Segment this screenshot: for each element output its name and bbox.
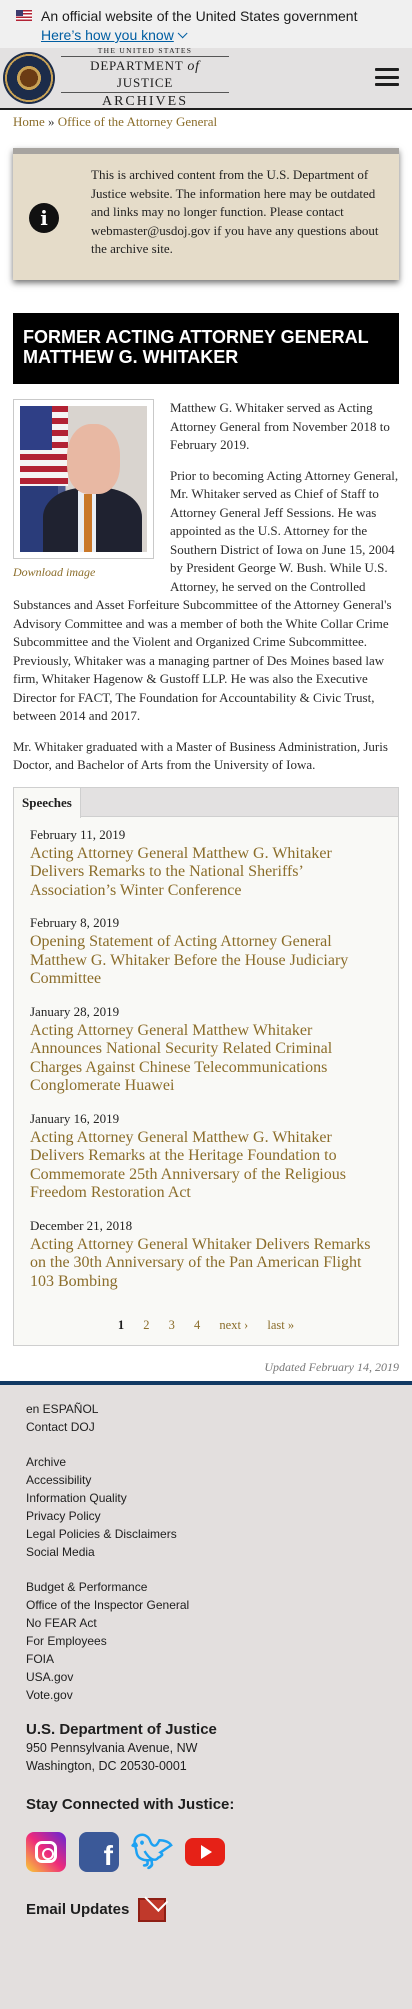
download-image-link[interactable]: Download image <box>13 563 156 582</box>
footer-link-accessibility[interactable]: Accessibility <box>26 1471 386 1489</box>
logo-justice: JUSTICE <box>116 75 174 90</box>
list-item: February 8, 2019 Opening Statement of Ac… <box>30 915 382 989</box>
tab-bar: Speeches <box>14 787 398 818</box>
updated-date: Updated February 14, 2019 <box>264 1359 399 1374</box>
breadcrumb-home[interactable]: Home <box>13 114 45 129</box>
bio-section: Download image Matthew G. Whitaker serve… <box>0 384 412 775</box>
footer-link-privacy-policy[interactable]: Privacy Policy <box>26 1507 386 1525</box>
envelope-icon <box>138 1897 167 1922</box>
footer-link-oig[interactable]: Office of the Inspector General <box>26 1596 386 1614</box>
social-links: f 🐦︎ <box>26 1831 386 1872</box>
footer-group-1: en ESPAÑOL Contact DOJ <box>26 1400 386 1436</box>
email-updates-label: Email Updates <box>26 1901 130 1918</box>
footer-address-line-2: Washington, DC 20530-0001 <box>26 1758 187 1773</box>
footer-group-3: Budget & Performance Office of the Inspe… <box>26 1578 386 1704</box>
tab-speeches[interactable]: Speeches <box>14 787 81 818</box>
speech-link[interactable]: Acting Attorney General Whitaker Deliver… <box>30 1236 382 1292</box>
logo-line-3: ARCHIVES <box>101 94 188 109</box>
footer-address-line-1: 950 Pennsylvania Avenue, NW <box>26 1740 198 1755</box>
logo-line-2: DEPARTMENT of JUSTICE <box>61 56 229 93</box>
list-item: December 21, 2018 Acting Attorney Genera… <box>30 1218 382 1292</box>
footer-link-archive[interactable]: Archive <box>26 1453 386 1471</box>
breadcrumb: Home » Office of the Attorney General <box>0 110 412 140</box>
bio-paragraph-3: Mr. Whitaker graduated with a Master of … <box>13 738 388 773</box>
instagram-icon[interactable] <box>26 1831 66 1872</box>
twitter-icon[interactable]: 🐦︎ <box>130 1832 173 1872</box>
footer-link-social-media[interactable]: Social Media <box>26 1543 386 1561</box>
us-flag-icon <box>16 10 32 21</box>
heres-how-you-know-link[interactable]: Here’s how you know <box>41 27 188 43</box>
pager-next[interactable]: next › <box>219 1318 248 1332</box>
footer-org-name: U.S. Department of Justice <box>26 1720 217 1738</box>
speech-date: January 16, 2019 <box>30 1110 120 1126</box>
speech-link[interactable]: Opening Statement of Acting Attorney Gen… <box>30 933 382 989</box>
doj-seal-logo[interactable] <box>3 52 55 104</box>
logo-of: of <box>187 59 200 74</box>
site-header: THE UNITED STATES DEPARTMENT of JUSTICE … <box>0 46 412 110</box>
info-icon: i <box>29 203 59 233</box>
footer-link-contact[interactable]: Contact DOJ <box>26 1418 386 1436</box>
heres-how-you-know-label: Here’s how you know <box>41 27 174 43</box>
portrait-image[interactable] <box>13 399 154 559</box>
footer-link-votegov[interactable]: Vote.gov <box>26 1686 386 1704</box>
footer-group-2: Archive Accessibility Information Qualit… <box>26 1453 386 1561</box>
doj-archives-wordmark[interactable]: THE UNITED STATES DEPARTMENT of JUSTICE … <box>61 46 229 110</box>
list-item: February 11, 2019 Acting Attorney Genera… <box>30 827 382 901</box>
email-updates-row[interactable]: Email Updates <box>26 1897 386 1922</box>
pager-page-2[interactable]: 2 <box>143 1318 149 1332</box>
facebook-icon[interactable]: f <box>79 1831 119 1872</box>
pager: 1 2 3 4 next › last » <box>14 1318 398 1333</box>
speech-date: February 8, 2019 <box>30 915 120 930</box>
pager-page-1: 1 <box>117 1317 125 1332</box>
footer-link-information-quality[interactable]: Information Quality <box>26 1489 386 1507</box>
footer-link-employees[interactable]: For Employees <box>26 1632 386 1650</box>
speech-date: January 28, 2019 <box>30 1003 120 1019</box>
list-item: January 16, 2019 Acting Attorney General… <box>30 1111 382 1203</box>
speech-date: December 21, 2018 <box>30 1217 133 1233</box>
speech-date: February 11, 2019 <box>30 826 126 842</box>
pager-last[interactable]: last » <box>267 1318 294 1332</box>
logo-department: DEPARTMENT <box>90 58 184 73</box>
breadcrumb-office-of-ag[interactable]: Office of the Attorney General <box>58 114 217 129</box>
gov-banner: An official website of the United States… <box>0 0 412 48</box>
speech-link[interactable]: Acting Attorney General Matthew G. Whita… <box>30 845 382 901</box>
footer-link-foia[interactable]: FOIA <box>26 1650 386 1668</box>
archive-notice-text: This is archived content from the U.S. D… <box>91 167 379 256</box>
archive-notice: i This is archived content from the U.S.… <box>13 148 399 280</box>
youtube-icon[interactable] <box>185 1837 225 1866</box>
breadcrumb-separator: » <box>48 114 55 129</box>
speeches-panel: Speeches February 11, 2019 Acting Attorn… <box>13 786 399 1346</box>
hamburger-menu-icon[interactable] <box>375 68 399 86</box>
footer-link-usagov[interactable]: USA.gov <box>26 1668 386 1686</box>
page-title: Former Acting Attorney General Matthew G… <box>13 313 399 384</box>
speech-link[interactable]: Acting Attorney General Matthew G. Whita… <box>30 1129 382 1203</box>
footer-link-budget[interactable]: Budget & Performance <box>26 1578 386 1596</box>
chevron-down-icon <box>177 27 188 38</box>
site-footer: en ESPAÑOL Contact DOJ Archive Accessibi… <box>0 1380 412 2009</box>
footer-link-legal-policies[interactable]: Legal Policies & Disclaimers <box>26 1525 386 1543</box>
gov-banner-text: An official website of the United States… <box>41 7 358 24</box>
pager-page-3[interactable]: 3 <box>169 1318 175 1332</box>
footer-link-espanol[interactable]: en ESPAÑOL <box>26 1400 386 1418</box>
stay-connected-heading: Stay Connected with Justice: <box>26 1795 235 1813</box>
portrait-wrapper: Download image <box>13 399 156 582</box>
speech-link[interactable]: Acting Attorney General Matthew Whitaker… <box>30 1022 382 1096</box>
logo-line-1: THE UNITED STATES <box>97 46 193 55</box>
speech-list: February 11, 2019 Acting Attorney Genera… <box>14 817 398 1292</box>
pager-page-4[interactable]: 4 <box>194 1318 200 1332</box>
list-item: January 28, 2019 Acting Attorney General… <box>30 1004 382 1096</box>
footer-link-no-fear[interactable]: No FEAR Act <box>26 1614 386 1632</box>
